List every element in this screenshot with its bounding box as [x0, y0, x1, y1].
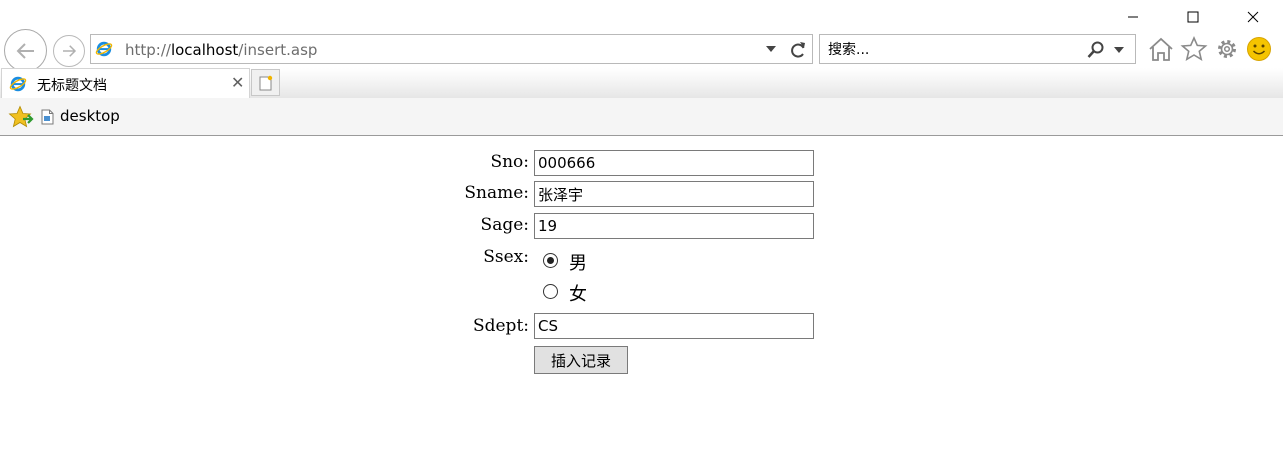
back-icon: [16, 42, 34, 59]
maximize-button[interactable]: [1163, 0, 1223, 34]
close-window-button[interactable]: [1223, 0, 1283, 34]
dropdown-icon[interactable]: [1114, 46, 1124, 54]
favorite-link-desktop[interactable]: desktop: [60, 107, 120, 125]
search-box: [819, 34, 1136, 64]
refresh-icon[interactable]: [788, 40, 808, 60]
dropdown-icon[interactable]: [766, 45, 776, 53]
smiley-icon[interactable]: [1246, 36, 1274, 62]
sdept-label: Sdept:: [472, 316, 529, 336]
page-icon: [41, 109, 54, 125]
maximize-icon: [1187, 11, 1199, 23]
close-tab-icon[interactable]: ✕: [231, 75, 244, 91]
home-icon[interactable]: [1147, 36, 1175, 62]
new-tab-button[interactable]: [251, 69, 280, 96]
ssex-radio-male[interactable]: [543, 253, 558, 268]
tab-active[interactable]: 无标题文档 ✕: [1, 68, 250, 98]
minimize-button[interactable]: [1103, 0, 1163, 34]
address-url[interactable]: http://localhost/insert.asp: [125, 41, 317, 59]
star-icon[interactable]: [1180, 36, 1208, 62]
close-icon: [1247, 11, 1259, 23]
ssex-male-label: 男: [569, 253, 587, 274]
ie-icon: [9, 76, 27, 92]
minimize-icon: [1128, 16, 1138, 18]
insert-record-button[interactable]: 插入记录: [534, 346, 628, 374]
ssex-label: Ssex:: [483, 247, 529, 267]
sno-label: Sno:: [490, 152, 529, 172]
sno-input[interactable]: [534, 150, 814, 176]
tab-strip: 无标题文档 ✕: [0, 68, 1283, 98]
address-bar[interactable]: http://localhost/insert.asp: [90, 34, 813, 64]
sage-label: Sage:: [480, 215, 529, 235]
insert-form: Sno: Sname: Sage: Ssex: 男 女 Sdept: 插入记录: [0, 136, 1283, 452]
forward-icon: [63, 45, 77, 57]
window-controls: [1103, 0, 1283, 34]
search-icon[interactable]: [1086, 40, 1106, 60]
gear-icon[interactable]: [1213, 36, 1241, 62]
forward-button[interactable]: [53, 35, 85, 67]
new-tab-icon: [259, 75, 272, 90]
search-input[interactable]: [828, 40, 1078, 60]
back-button[interactable]: [4, 29, 47, 72]
favorites-star-icon[interactable]: [8, 105, 34, 129]
sname-label: Sname:: [464, 183, 529, 203]
ssex-radio-female[interactable]: [543, 284, 558, 299]
ie-icon: [95, 41, 113, 57]
tab-title: 无标题文档: [37, 78, 107, 94]
sage-input[interactable]: [534, 213, 814, 239]
sdept-input[interactable]: [534, 313, 814, 339]
favorites-bar: desktop: [0, 98, 1283, 136]
sname-input[interactable]: [534, 181, 814, 207]
ssex-female-label: 女: [569, 284, 587, 305]
